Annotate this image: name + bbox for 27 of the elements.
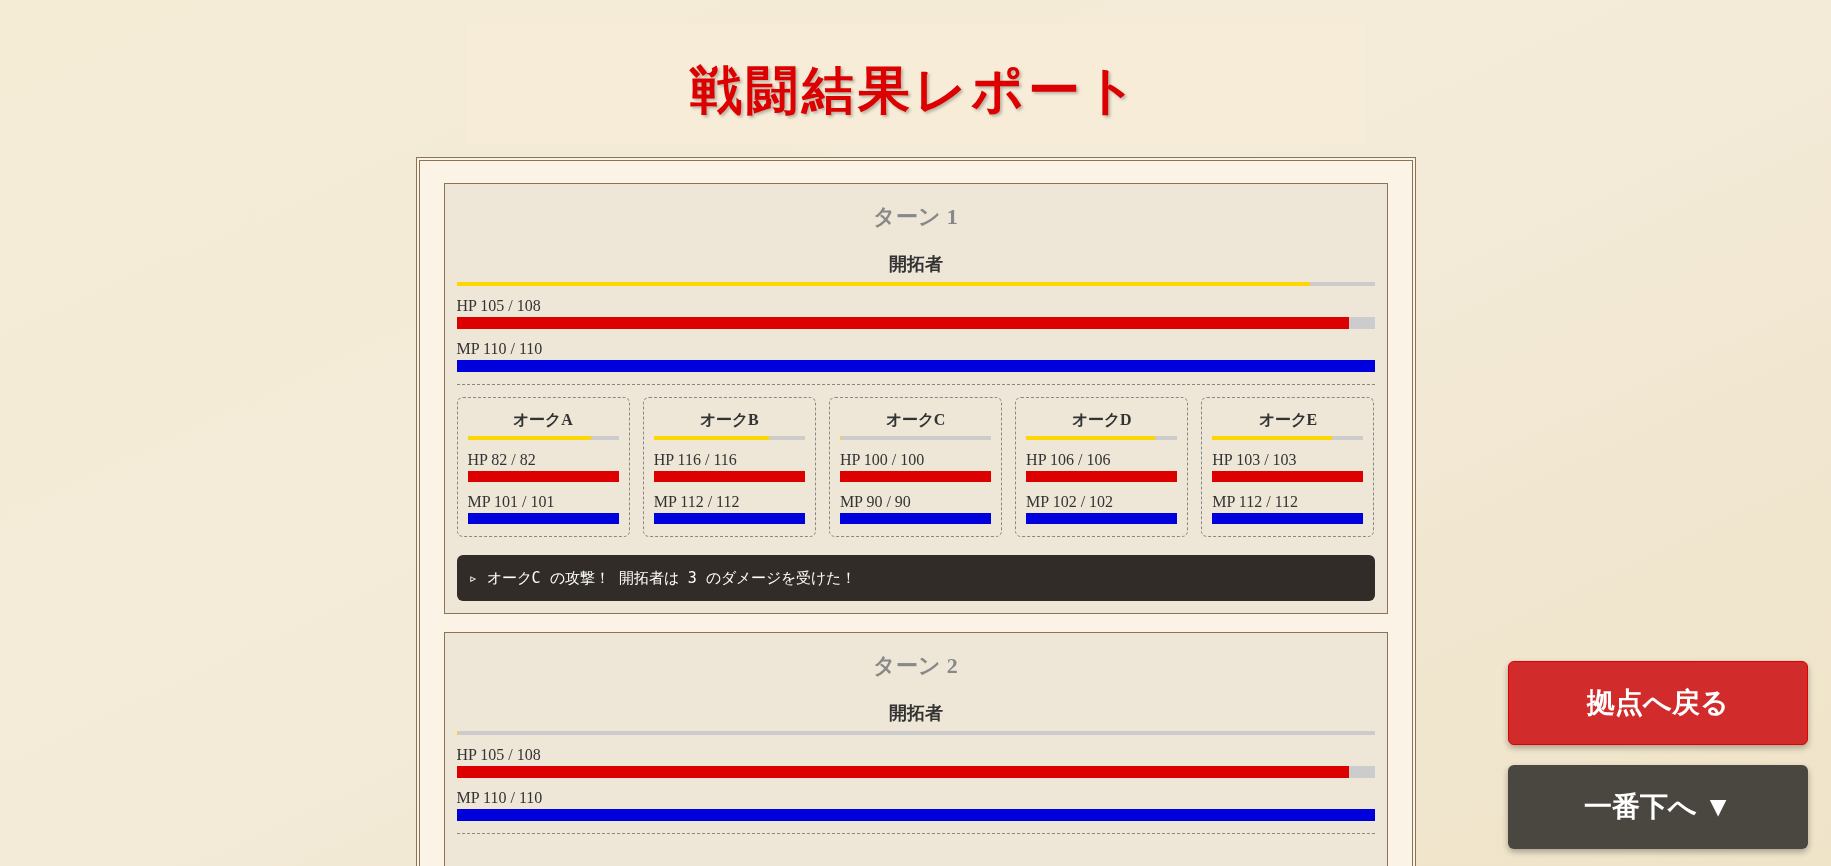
unit-name: オークA	[512, 410, 574, 430]
mp-label: MP 101 / 101	[467, 494, 556, 510]
turn-title: ターン 1	[872, 203, 959, 231]
mp-label: MP 102 / 102	[1026, 494, 1115, 510]
mp-label: MP 112 / 112	[653, 494, 741, 510]
hp-label: HP 100 / 100	[839, 452, 926, 468]
unit-name: 開拓者	[887, 253, 944, 276]
return-button[interactable]: 拠点へ戻る	[1508, 661, 1808, 745]
hp-label: HP 105 / 108	[456, 298, 542, 314]
unit-name: オークB	[698, 410, 760, 430]
hp-label: HP 116 / 116	[653, 452, 738, 468]
hp-label: HP 106 / 106	[1026, 452, 1112, 468]
hp-label: HP 82 / 82	[467, 452, 537, 468]
mp-label: MP 90 / 90	[839, 494, 912, 510]
hp-label: HP 103 / 103	[1212, 452, 1298, 468]
log-line: ▹ オークC の攻撃！ 開拓者は 3 のダメージを受けた！	[468, 568, 857, 588]
unit-name: 開拓者	[887, 702, 944, 725]
scroll-bottom-button[interactable]: 一番下へ ▼	[1508, 765, 1808, 849]
unit-name: オークE	[1257, 410, 1319, 430]
page-title: 戦闘結果レポート	[690, 61, 1141, 121]
unit-name: オークC	[884, 410, 947, 430]
hp-label: HP 105 / 108	[456, 747, 542, 763]
mp-label: MP 110 / 110	[456, 790, 544, 806]
mp-label: MP 112 / 112	[1212, 494, 1300, 510]
turn-title: ターン 2	[872, 652, 959, 680]
unit-name: オークD	[1070, 410, 1133, 430]
mp-label: MP 110 / 110	[456, 341, 544, 357]
